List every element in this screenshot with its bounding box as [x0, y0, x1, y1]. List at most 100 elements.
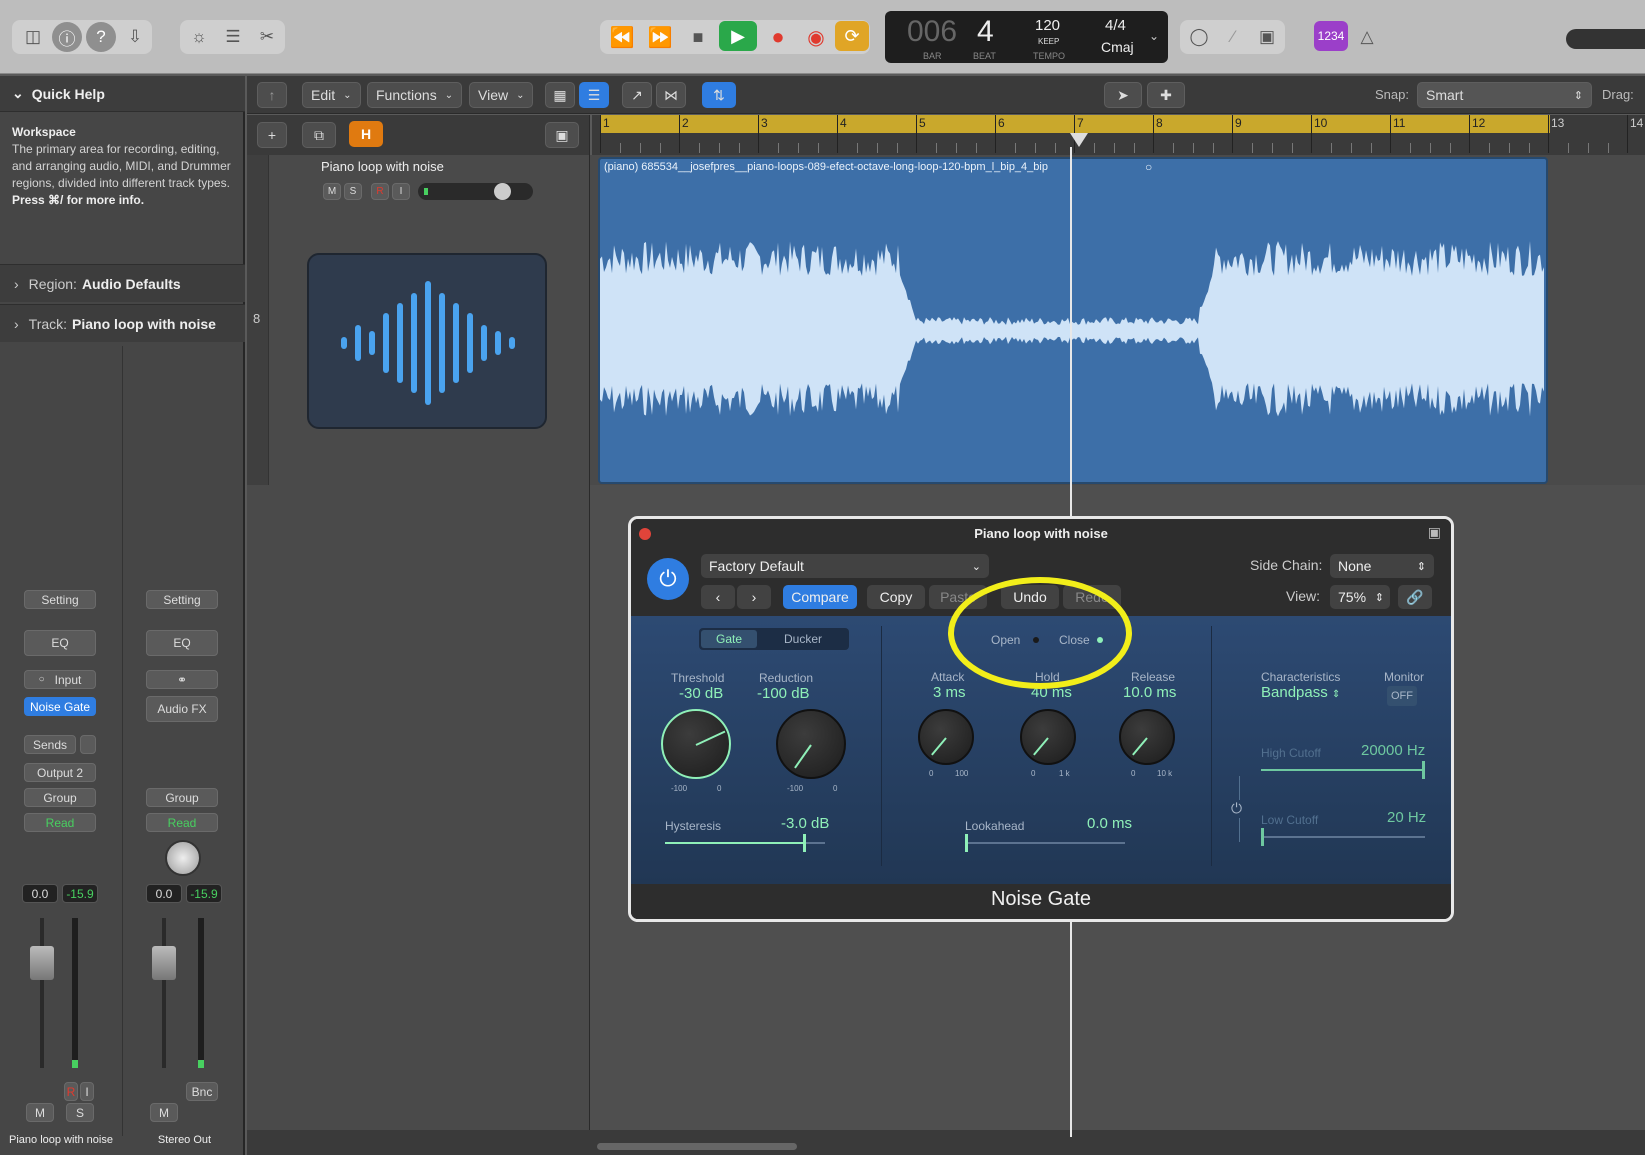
lcd-display[interactable]: 006 4 BAR BEAT 120 KEEP TEMPO 4/4 Cmaj ⌄	[885, 11, 1168, 63]
eq-button[interactable]: EQ	[146, 630, 218, 656]
edit-menu[interactable]: Edit ⌄	[302, 82, 361, 108]
low-cutoff-slider[interactable]	[1261, 828, 1425, 846]
lookahead-slider[interactable]	[965, 834, 1125, 852]
volume-fader[interactable]	[30, 946, 54, 980]
attack-knob[interactable]	[918, 709, 974, 765]
sends-button[interactable]: Sends	[24, 735, 76, 754]
group-button[interactable]: Group	[146, 788, 218, 807]
library-icon[interactable]: ◫	[18, 22, 48, 52]
track-input-monitor-button[interactable]: I	[392, 183, 410, 200]
stereo-link-icon[interactable]: ⚭	[146, 670, 218, 689]
track-volume-knob[interactable]	[494, 183, 511, 200]
side-chain-select[interactable]: None ⇕	[1330, 554, 1434, 578]
characteristics-select[interactable]: Bandpass ⇕	[1261, 684, 1340, 701]
smart-controls-icon[interactable]: ☼	[184, 22, 214, 52]
hide-track-button[interactable]: H	[349, 121, 383, 147]
metronome-icon[interactable]: △	[1352, 22, 1382, 52]
region-inspector-row[interactable]: › Region: Audio Defaults	[0, 264, 245, 302]
functions-menu[interactable]: Functions ⌄	[367, 82, 463, 108]
sends-slot[interactable]	[80, 735, 96, 754]
view-zoom-select[interactable]: 75% ⇕	[1330, 585, 1390, 609]
previous-preset-button[interactable]: ‹	[701, 585, 735, 609]
flex-icon[interactable]: ⋈	[656, 82, 686, 108]
master-volume-slider[interactable]	[1566, 29, 1645, 49]
track-solo-button[interactable]: S	[344, 183, 362, 200]
ducker-mode-button[interactable]: Ducker	[761, 630, 845, 648]
mixer-icon[interactable]: ☰	[218, 22, 248, 52]
record-icon[interactable]: ●	[761, 22, 795, 52]
cycle-region-bar[interactable]	[600, 115, 1550, 133]
hysteresis-slider[interactable]	[665, 834, 825, 852]
track-header[interactable]: Piano loop with noise M S R I	[269, 155, 590, 485]
power-bypass-button[interactable]: ⏻	[647, 558, 689, 600]
stop-icon[interactable]: ■	[681, 22, 715, 52]
threshold-knob[interactable]	[661, 709, 731, 779]
peak-readout[interactable]: -15.9	[186, 884, 222, 903]
lookahead-handle[interactable]	[965, 834, 968, 852]
count-in-button[interactable]: 1234	[1314, 21, 1348, 51]
track-inspector-row[interactable]: › Track: Piano loop with noise	[0, 304, 245, 342]
cutoff-link-icon[interactable]: ⏻	[1231, 800, 1242, 817]
hold-knob[interactable]	[1020, 709, 1076, 765]
mute-button[interactable]: M	[26, 1103, 54, 1122]
copy-button[interactable]: Copy	[867, 585, 925, 609]
eq-button[interactable]: EQ	[24, 630, 96, 656]
low-latency-icon[interactable]: ◯	[1184, 22, 1214, 52]
low-cutoff-handle[interactable]	[1261, 828, 1264, 846]
group-button[interactable]: Group	[24, 788, 96, 807]
fast-forward-icon[interactable]: ⏩	[643, 22, 677, 52]
quick-help-header[interactable]: ⌄ Quick Help	[0, 76, 245, 112]
setting-button[interactable]: Setting	[24, 590, 96, 609]
snap-select[interactable]: Smart ⇕	[1417, 82, 1592, 108]
peak-readout[interactable]: -15.9	[62, 884, 98, 903]
volume-readout[interactable]: 0.0	[146, 884, 182, 903]
audio-region[interactable]: (piano) 685534__josefpres__piano-loops-0…	[598, 157, 1548, 484]
secondary-tool-icon[interactable]: ✚	[1147, 82, 1185, 108]
track-volume-slider[interactable]	[418, 183, 533, 200]
link-icon[interactable]: 🔗	[1398, 585, 1432, 609]
automation-read-button[interactable]: Read	[24, 813, 96, 832]
add-track-icon[interactable]: +	[257, 122, 287, 148]
play-button[interactable]: ▶	[719, 21, 757, 51]
input-button[interactable]: ○ Input	[24, 670, 96, 689]
expand-window-icon[interactable]: ▣	[1428, 524, 1441, 541]
gate-mode-button[interactable]: Gate	[701, 630, 757, 648]
track-mute-button[interactable]: M	[323, 183, 341, 200]
automation-read-button[interactable]: Read	[146, 813, 218, 832]
catch-playhead-icon[interactable]: ⇅	[702, 82, 736, 108]
up-arrow-icon[interactable]: ↑	[257, 82, 287, 108]
output-button[interactable]: Output 2	[24, 763, 96, 782]
horizontal-scrollbar[interactable]	[597, 1143, 797, 1150]
preset-select[interactable]: Factory Default ⌄	[701, 554, 989, 578]
mute-button[interactable]: M	[150, 1103, 178, 1122]
playhead-handle[interactable]	[1070, 133, 1088, 147]
hysteresis-handle[interactable]	[803, 834, 806, 852]
download-icon[interactable]: ⇩	[120, 22, 150, 52]
loop-icon[interactable]: ○	[1145, 160, 1152, 174]
rewind-icon[interactable]: ⏪	[605, 22, 639, 52]
automation-icon[interactable]: ↗	[622, 82, 652, 108]
next-preset-button[interactable]: ›	[737, 585, 771, 609]
high-cutoff-slider[interactable]	[1261, 761, 1425, 779]
reduction-knob[interactable]	[776, 709, 846, 779]
audio-fx-slot[interactable]: Audio FX	[146, 696, 218, 722]
monitor-toggle[interactable]: OFF	[1387, 686, 1417, 706]
capture-record-icon[interactable]: ◉	[799, 22, 833, 52]
input-monitor-button[interactable]: I	[80, 1082, 94, 1101]
record-enable-button[interactable]: R	[64, 1082, 78, 1101]
solo-icon[interactable]: ▣	[1252, 22, 1282, 52]
track-record-button[interactable]: R	[371, 183, 389, 200]
pointer-tool-icon[interactable]: ➤	[1104, 82, 1142, 108]
solo-button[interactable]: S	[66, 1103, 94, 1122]
grid-view-icon[interactable]: ▦	[545, 82, 575, 108]
global-tracks-icon[interactable]: ▣	[545, 122, 579, 148]
list-view-icon[interactable]: ☰	[579, 82, 609, 108]
cycle-button[interactable]: ⟳	[835, 21, 869, 51]
high-cutoff-handle[interactable]	[1422, 761, 1425, 779]
volume-fader[interactable]	[152, 946, 176, 980]
release-knob[interactable]	[1119, 709, 1175, 765]
compare-button[interactable]: Compare	[783, 585, 857, 609]
noise-gate-slot[interactable]: Noise Gate	[24, 697, 96, 716]
autopunch-icon[interactable]: ⁄	[1218, 22, 1248, 52]
duplicate-track-icon[interactable]: ⧉	[302, 122, 336, 148]
